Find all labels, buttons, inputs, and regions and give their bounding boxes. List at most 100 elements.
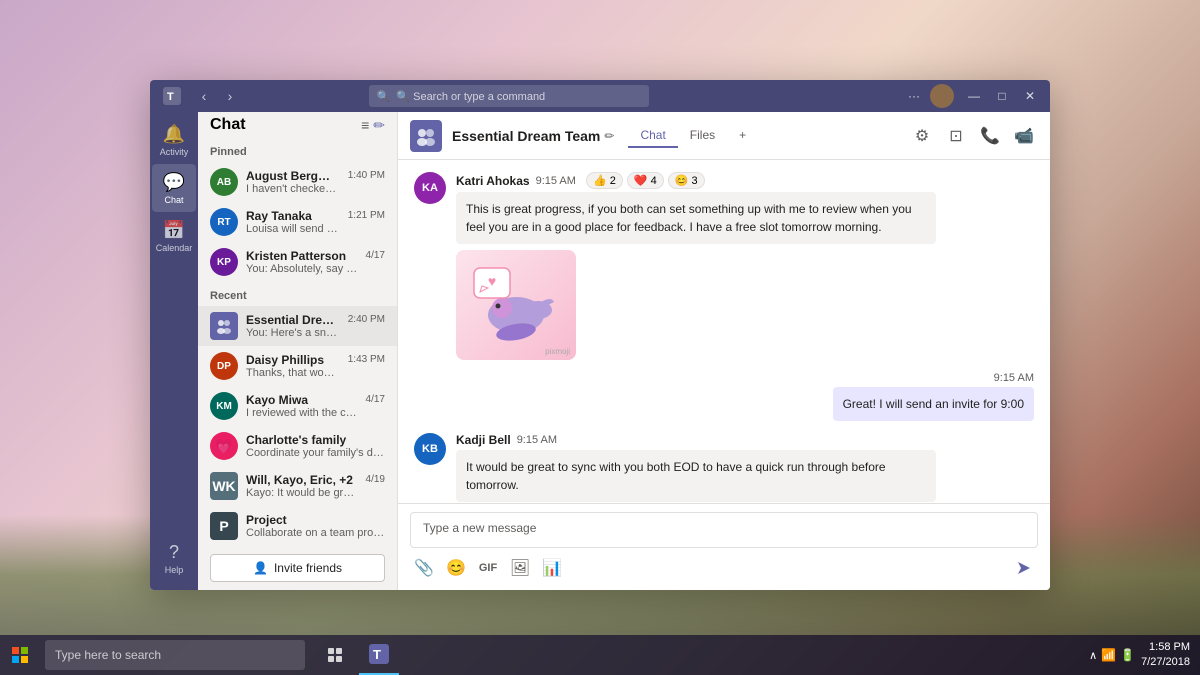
tray-battery-icon: 🔋 <box>1120 648 1135 662</box>
chat-item-essential[interactable]: Essential Dream Team You: Here's a sneak… <box>198 306 397 346</box>
task-view-icon[interactable] <box>315 635 355 675</box>
nav-item-chat[interactable]: 💬 Chat <box>152 164 196 212</box>
back-button[interactable]: ‹ <box>192 84 216 108</box>
group-name: Essential Dream Team <box>452 128 600 144</box>
compose-area: Type a new message 📎 😊 GIF 🖼 📊 <box>398 503 1050 590</box>
chat-info-will: Will, Kayo, Eric, +2 Kayo: It would be g… <box>246 473 358 499</box>
reaction-thumbs[interactable]: 👍 2 <box>586 172 623 189</box>
chat-info-august: August Bergman I haven't checked availab… <box>246 169 340 195</box>
tab-add[interactable]: + <box>727 124 758 148</box>
msg-sender-katri: Katri Ahokas <box>456 174 530 188</box>
msg-time-katri: 9:15 AM <box>536 175 576 187</box>
search-bar[interactable]: 🔍 🔍 Search or type a command <box>369 85 649 107</box>
chat-name-charlotte: Charlotte's family <box>246 433 385 447</box>
msg-meta-kadji: Kadji Bell 9:15 AM <box>456 433 936 447</box>
nav-item-help[interactable]: ? Help <box>152 534 196 582</box>
chat-panel-header: Chat ≡ ✏ <box>198 112 397 138</box>
chat-preview-will: Kayo: It would be great to sync with ... <box>246 487 358 499</box>
chat-item-august[interactable]: AB August Bergman I haven't checked avai… <box>198 162 397 202</box>
chat-preview-project: Collaborate on a team project <box>246 527 385 539</box>
user-avatar[interactable] <box>930 84 954 108</box>
msg-bubble-kadji: It would be great to sync with you both … <box>456 450 936 502</box>
chat-preview-august: I haven't checked available times yet <box>246 183 340 195</box>
avatar-august: AB <box>210 168 238 196</box>
settings-button[interactable]: ⚙ <box>908 122 936 150</box>
gif-button[interactable]: GIF <box>474 554 502 582</box>
tab-files[interactable]: Files <box>678 124 727 148</box>
chat-preview-kayo: I reviewed with the client on Tuesda... <box>246 407 358 419</box>
invite-label: Invite friends <box>274 561 342 575</box>
msg-time-kadji: 9:15 AM <box>517 434 557 446</box>
taskbar-date-display: 7/27/2018 <box>1141 655 1190 670</box>
nav-rail: 🔔 Activity 💬 Chat 📅 Calendar ? Help <box>150 112 198 590</box>
message-katri: KA Katri Ahokas 9:15 AM 👍 2 ❤️ 4 😊 3 Thi… <box>414 172 1034 360</box>
chat-item-ray[interactable]: RT Ray Tanaka Louisa will send the birth… <box>198 202 397 242</box>
chat-time-kristen: 4/17 <box>366 250 385 261</box>
attach-button[interactable]: 📎 <box>410 554 438 582</box>
svg-text:T: T <box>167 91 174 103</box>
call-button[interactable]: 📞 <box>976 122 1004 150</box>
chart-button[interactable]: 📊 <box>538 554 566 582</box>
invite-friends-button[interactable]: 👤 Invite friends <box>210 554 385 582</box>
chat-item-project[interactable]: P Project Collaborate on a team project <box>198 506 397 546</box>
minimize-button[interactable]: — <box>962 84 986 108</box>
taskbar-icons: T <box>315 635 399 675</box>
tray-up-arrow[interactable]: ∧ <box>1089 649 1097 662</box>
msg-content-kadji: Kadji Bell 9:15 AM It would be great to … <box>456 433 936 502</box>
close-button[interactable]: ✕ <box>1018 84 1042 108</box>
send-button[interactable] <box>1010 554 1038 582</box>
taskbar-search[interactable]: Type here to search <box>45 640 305 670</box>
msg-reactions-katri: 👍 2 ❤️ 4 😊 3 <box>586 172 705 189</box>
chat-preview-daisy: Thanks, that would be nice. <box>246 367 340 379</box>
edit-group-name-icon[interactable]: ✏ <box>604 129 614 143</box>
chat-item-daisy[interactable]: DP Daisy Phillips Thanks, that would be … <box>198 346 397 386</box>
teams-taskbar-icon[interactable]: T <box>359 635 399 675</box>
taskbar-clock[interactable]: 1:58 PM 7/27/2018 <box>1141 640 1190 671</box>
msg-sender-kadji: Kadji Bell <box>456 433 511 447</box>
chat-item-kayo[interactable]: KM Kayo Miwa I reviewed with the client … <box>198 386 397 426</box>
invite-icon: 👤 <box>253 561 268 575</box>
help-icon: ? <box>169 542 179 563</box>
chat-item-charlotte[interactable]: 💗 Charlotte's family Coordinate your fam… <box>198 426 397 466</box>
chat-time-will: 4/19 <box>366 474 385 485</box>
msg-bubble-katri: This is great progress, if you both can … <box>456 192 936 244</box>
messages-area: KA Katri Ahokas 9:15 AM 👍 2 ❤️ 4 😊 3 Thi… <box>398 160 1050 503</box>
nav-item-activity[interactable]: 🔔 Activity <box>152 116 196 164</box>
compose-box[interactable]: Type a new message <box>410 512 1038 548</box>
filter-button[interactable]: ≡ <box>361 117 369 134</box>
forward-button[interactable]: › <box>218 84 242 108</box>
taskbar-search-text: Type here to search <box>55 648 161 662</box>
video-button[interactable]: 📹 <box>1010 122 1038 150</box>
window-controls: ··· — □ ✕ <box>902 84 1042 108</box>
message-kadji: KB Kadji Bell 9:15 AM It would be great … <box>414 433 1034 502</box>
recent-label: Recent <box>198 282 397 306</box>
chat-time-august: 1:40 PM <box>348 170 385 181</box>
nav-item-calendar[interactable]: 📅 Calendar <box>152 212 196 260</box>
reaction-heart[interactable]: ❤️ 4 <box>627 172 664 189</box>
start-button[interactable] <box>0 635 40 675</box>
chat-preview-charlotte: Coordinate your family's daily life <box>246 447 385 459</box>
grid-button[interactable]: ⊡ <box>942 122 970 150</box>
chat-item-will[interactable]: WK Will, Kayo, Eric, +2 Kayo: It would b… <box>198 466 397 506</box>
image-button[interactable]: 🖼 <box>506 554 534 582</box>
chat-panel-title: Chat <box>210 116 246 134</box>
taskbar-right: ∧ 📶 🔋 1:58 PM 7/27/2018 <box>1089 640 1200 671</box>
chat-header-actions: ⚙ ⊡ 📞 📹 <box>908 122 1038 150</box>
tab-chat[interactable]: Chat <box>628 124 677 148</box>
reaction-smile[interactable]: 😊 3 <box>668 172 705 189</box>
activity-label: Activity <box>160 147 189 157</box>
tray-network-icon: 📶 <box>1101 648 1116 662</box>
emoji-button[interactable]: 😊 <box>442 554 470 582</box>
maximize-button[interactable]: □ <box>990 84 1014 108</box>
more-options-button[interactable]: ··· <box>902 84 926 108</box>
title-bar: T ‹ › 🔍 🔍 Search or type a command ··· —… <box>150 80 1050 112</box>
chat-name-essential: Essential Dream Team <box>246 313 340 327</box>
compose-button[interactable]: ✏ <box>373 117 385 134</box>
avatar-katri: KA <box>414 172 446 204</box>
avatar-project: P <box>210 512 238 540</box>
chat-tabs: Chat Files + <box>628 124 758 148</box>
chat-item-kristen[interactable]: KP Kristen Patterson You: Absolutely, sa… <box>198 242 397 282</box>
avatar-charlotte: 💗 <box>210 432 238 460</box>
msg-sticker-katri: ♥ pixmoji <box>456 250 576 360</box>
activity-icon: 🔔 <box>163 124 185 145</box>
